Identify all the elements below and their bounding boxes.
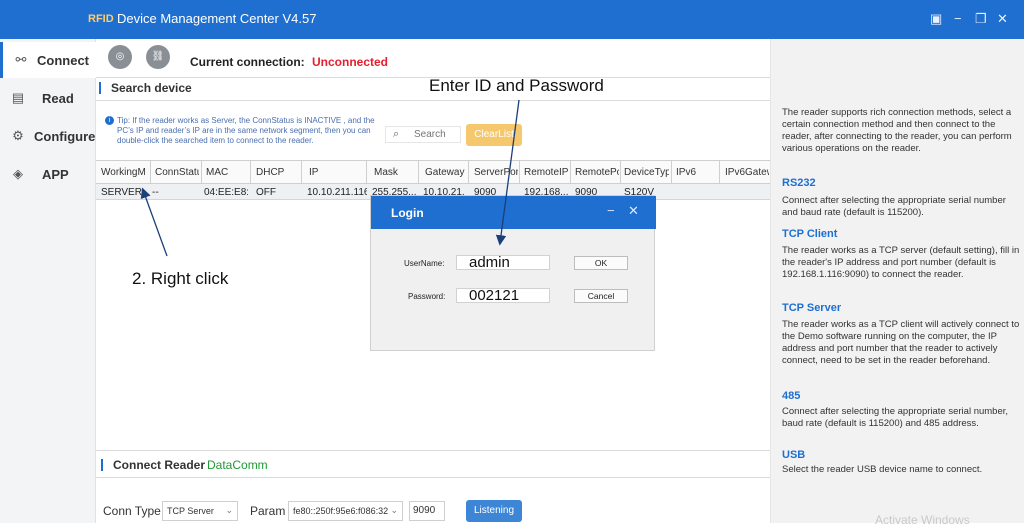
table-header: WorkingM ConnStatu MAC DHCP IP Mask Gate… <box>96 160 770 185</box>
search-input[interactable] <box>414 128 458 141</box>
login-header: Login − ✕ <box>371 196 656 229</box>
login-dialog: Login − ✕ UserName: admin OK Password: 0… <box>370 195 656 351</box>
password-label: Password: <box>408 292 446 301</box>
column-header[interactable]: Gateway <box>425 167 465 178</box>
sidebar-item-configure[interactable]: ⚙ Configure <box>0 118 96 154</box>
column-header[interactable]: MAC <box>206 167 244 178</box>
sidebar-item-label: Read <box>42 91 74 106</box>
sidebar-item-read[interactable]: ▤ Read <box>0 80 96 116</box>
divider <box>96 450 770 451</box>
column-header[interactable]: IPv6 <box>676 167 716 178</box>
table-cell: 10.10.211.116 <box>307 187 367 198</box>
conn-type-value: TCP Server <box>167 506 214 516</box>
search-box[interactable]: ⌕ <box>385 126 461 143</box>
network-icon: ⚯ <box>15 52 27 67</box>
help-heading-485: 485 <box>782 390 801 402</box>
table-cell: 04:EE:E8:... <box>204 187 248 198</box>
help-heading-usb: USB <box>782 449 806 461</box>
column-header[interactable]: DHCP <box>256 167 296 178</box>
help-text-tcp-server: The reader works as a TCP client will ac… <box>782 319 1020 366</box>
username-label: UserName: <box>404 259 445 268</box>
param-label: Param <box>250 504 286 518</box>
table-cell: -- <box>152 187 159 198</box>
divider <box>96 100 770 101</box>
help-text-rs232: Connect after selecting the appropriate … <box>782 195 1006 218</box>
minimize-button[interactable]: − <box>954 11 962 26</box>
cube-icon: ◈ <box>13 166 23 181</box>
help-text-485: Connect after selecting the appropriate … <box>782 406 1009 429</box>
annotation-enter-id: Enter ID and Password <box>429 76 604 95</box>
app-brand: RFID <box>88 13 114 25</box>
close-icon[interactable]: ✕ <box>628 203 639 219</box>
search-device-title: Search device <box>111 81 192 95</box>
cancel-button[interactable]: Cancel <box>574 289 628 303</box>
restore-screen-icon[interactable]: ▣ <box>930 11 942 27</box>
help-text-usb: Select the reader USB device name to con… <box>782 464 983 475</box>
column-header[interactable]: ConnStatu <box>155 167 199 178</box>
tip-text: Tip: If the reader works as Server, the … <box>117 116 375 145</box>
table-cell: OFF <box>256 187 276 198</box>
help-text-tcp-client: The reader works as a TCP server (defaul… <box>782 245 1020 280</box>
sidebar-item-connect[interactable]: ⚯ Connect <box>0 42 96 78</box>
activation-watermark: Activate Windows <box>875 513 970 527</box>
column-header[interactable]: IP <box>309 167 364 178</box>
section-marker <box>99 82 101 94</box>
search-device-icon[interactable]: ◎ <box>108 45 132 69</box>
card-icon: ▤ <box>11 90 25 105</box>
disconnect-icon[interactable]: ⛓ <box>146 45 170 69</box>
column-header[interactable]: WorkingM <box>101 167 147 178</box>
param-value: fe80::250f:95e6:f086:32 <box>293 506 389 516</box>
section-marker <box>101 459 103 471</box>
chevron-down-icon: ⌄ <box>225 505 233 515</box>
clear-list-button[interactable]: ClearList <box>466 124 522 146</box>
toolbar: ◎ ⛓ Current connection: Unconnected <box>96 39 770 81</box>
help-heading-tcp-client: TCP Client <box>782 228 838 240</box>
chevron-down-icon: ⌄ <box>390 505 398 515</box>
maximize-button[interactable]: ❐ <box>975 11 987 27</box>
column-header[interactable]: RemotePo <box>575 167 619 178</box>
sidebar-item-label: Connect <box>37 53 89 68</box>
close-button[interactable]: ✕ <box>997 11 1008 27</box>
password-field[interactable]: 002121 <box>456 288 550 303</box>
help-intro: The reader supports rich connection meth… <box>782 107 1012 154</box>
connection-status: Unconnected <box>312 55 389 69</box>
info-icon: i <box>105 116 114 125</box>
conn-type-label: Conn Type <box>103 504 161 518</box>
sidebar-item-label: APP <box>42 167 69 182</box>
divider <box>96 477 770 478</box>
help-heading-tcp-server: TCP Server <box>782 302 842 314</box>
sidebar-item-label: Configure <box>34 129 96 144</box>
sidebar: ⚯ Connect ▤ Read ⚙ Configure ◈ APP <box>0 39 96 523</box>
help-heading-rs232: RS232 <box>782 177 816 189</box>
column-header[interactable]: ServerPor <box>474 167 518 178</box>
connect-reader-title: Connect Reader <box>113 458 206 472</box>
title-bar: RFID Device Management Center V4.57 ▣ − … <box>0 0 1024 39</box>
port-input[interactable]: 9090 <box>409 501 445 521</box>
column-header[interactable]: DeviceTyp <box>624 167 669 178</box>
help-panel: The reader supports rich connection meth… <box>770 39 1024 527</box>
username-field[interactable]: admin <box>456 255 550 270</box>
window-title: Device Management Center V4.57 <box>117 11 317 26</box>
settings-icon: ⚙ <box>12 128 24 143</box>
annotation-right-click: 2. Right click <box>132 269 229 288</box>
minimize-icon[interactable]: − <box>607 203 615 218</box>
column-header[interactable]: IPv6Gatew <box>725 167 769 178</box>
ok-button[interactable]: OK <box>574 256 628 270</box>
current-connection-label: Current connection: <box>190 55 305 69</box>
param-select[interactable]: fe80::250f:95e6:f086:32 ⌄ <box>288 501 403 521</box>
login-title: Login <box>391 206 424 220</box>
column-header[interactable]: Mask <box>374 167 414 178</box>
datacomm-tab[interactable]: DataComm <box>207 458 268 472</box>
sidebar-item-app[interactable]: ◈ APP <box>0 156 96 192</box>
listening-button[interactable]: Listening <box>466 500 522 522</box>
search-icon: ⌕ <box>393 128 400 140</box>
table-cell: SERVER <box>101 187 142 198</box>
column-header[interactable]: RemoteIP <box>524 167 569 178</box>
conn-type-select[interactable]: TCP Server ⌄ <box>162 501 238 521</box>
